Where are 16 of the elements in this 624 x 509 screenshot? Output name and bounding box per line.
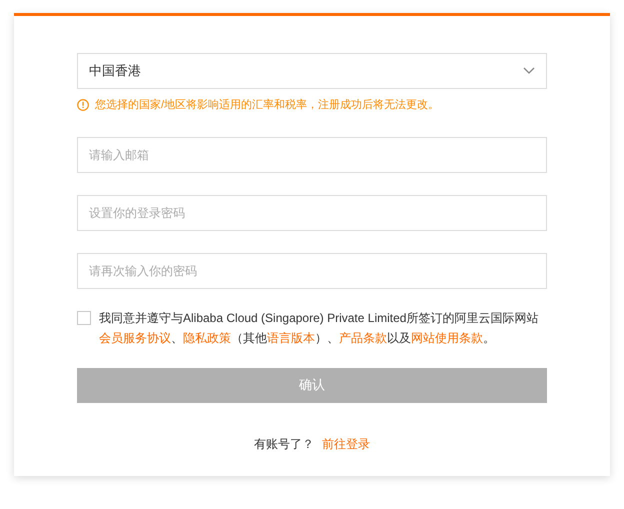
input-field[interactable]: 请输入邮箱: [77, 136, 547, 172]
chevron-down-icon: [523, 67, 535, 75]
agreement-checkbox[interactable]: [77, 310, 91, 324]
agreement-link[interactable]: 产品条款: [339, 330, 387, 344]
agreement-link[interactable]: 隐私政策: [183, 330, 231, 344]
region-hint: 您选择的国家/地区将影响适用的汇率和税率，注册成功后将无法更改。: [95, 98, 440, 113]
input-field[interactable]: 请再次输入你的密码: [77, 252, 547, 288]
agreement-link[interactable]: 语言版本: [267, 330, 315, 344]
input-field[interactable]: 设置你的登录密码: [77, 194, 547, 230]
info-icon: [77, 99, 89, 112]
login-link[interactable]: 前往登录: [322, 434, 370, 452]
agreement-link[interactable]: 网站使用条款: [411, 330, 483, 344]
agreement-text: 我同意并遵守与Alibaba Cloud (Singapore) Private Limited所签订的阿里云国际网站 会员服务协议、隐私政策（其他语言版本）、产品条款以及网站使用条款。: [99, 310, 540, 346]
region-select[interactable]: 中国香港: [77, 53, 547, 89]
agreement-link[interactable]: 会员服务协议: [99, 330, 171, 344]
login-prompt: 有账号了？: [254, 436, 314, 452]
